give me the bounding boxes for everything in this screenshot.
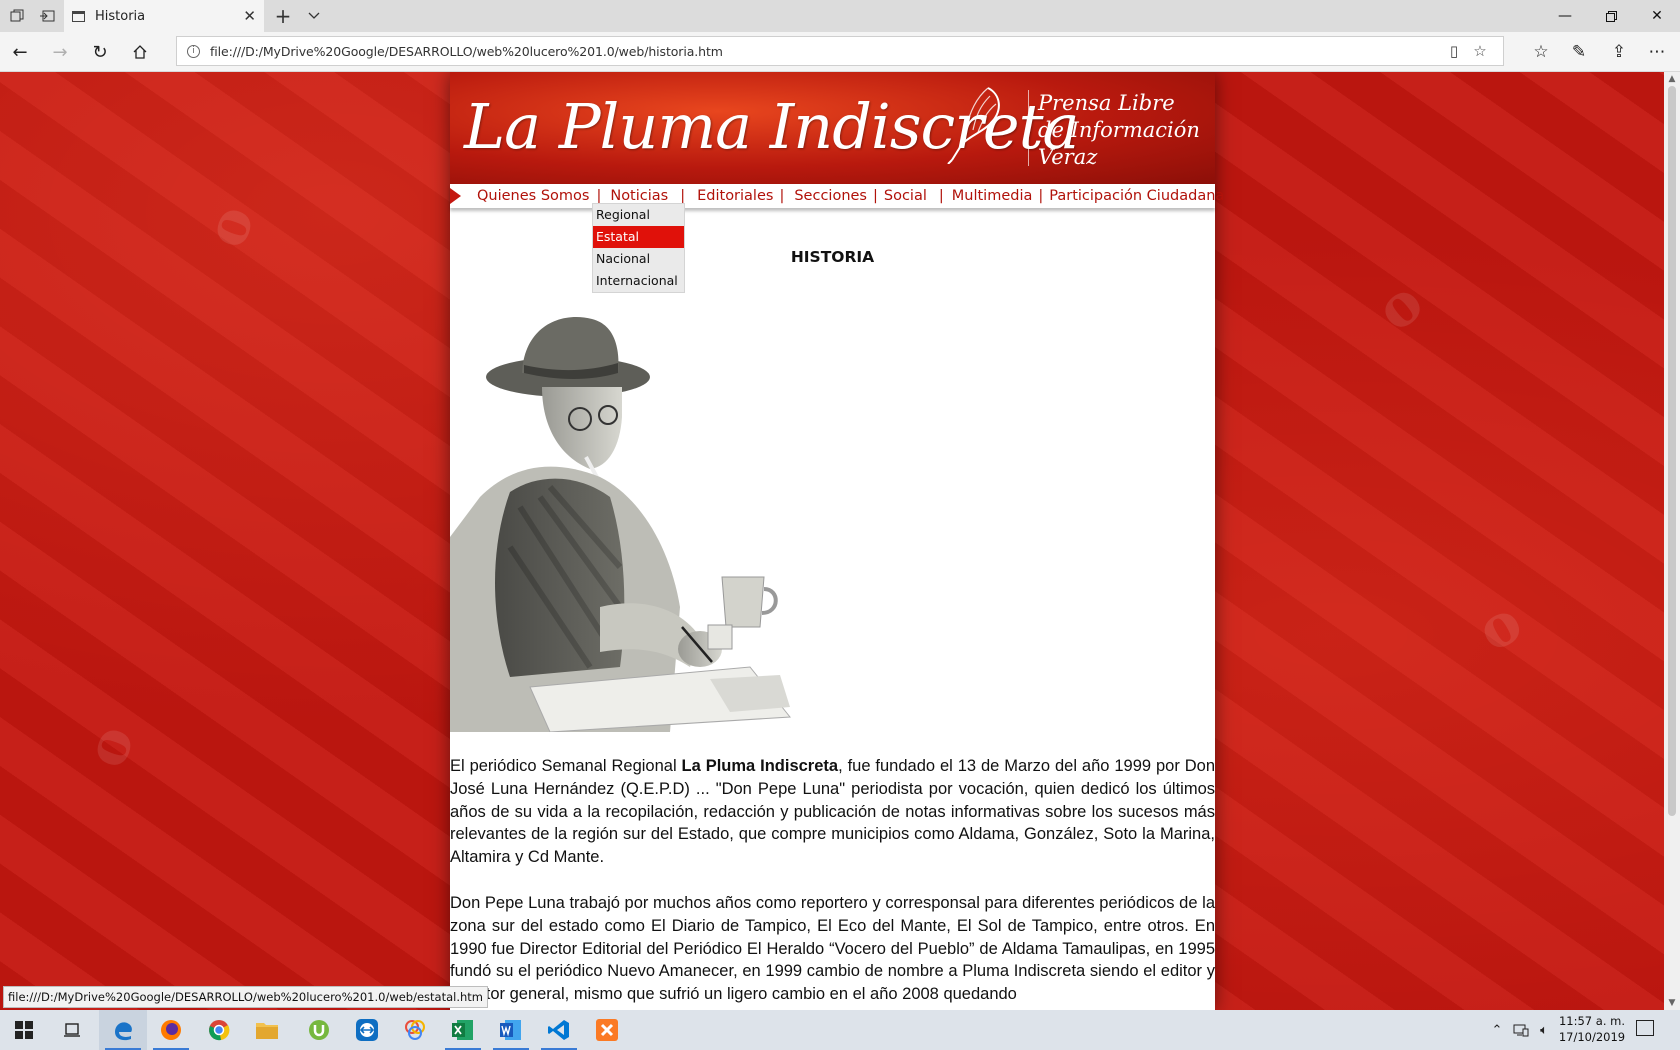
favorite-star-icon[interactable]: ☆ (1467, 42, 1493, 60)
tagline-line: Veraz (1038, 145, 1098, 169)
favorites-hub-icon[interactable]: ☆ (1522, 36, 1560, 68)
info-icon[interactable]: i (187, 44, 200, 58)
menu-item-quienes-somos[interactable]: Quienes Somos (475, 188, 591, 204)
menu-separator: | (779, 188, 785, 204)
share-icon[interactable]: ⇪ (1600, 36, 1638, 68)
taskbar-clock[interactable]: 11:57 a. m. 17/10/2019 (1556, 1013, 1628, 1045)
network-icon[interactable] (1510, 1010, 1532, 1050)
clock-time: 11:57 a. m. (1558, 1014, 1625, 1028)
article-body: El periódico Semanal Regional La Pluma I… (450, 755, 1215, 1010)
xampp-icon[interactable] (583, 1010, 631, 1050)
more-icon[interactable]: ⋯ (1638, 36, 1676, 68)
menu-arrow-icon (450, 188, 461, 204)
home-icon[interactable] (122, 36, 158, 68)
scroll-up-icon[interactable]: ▲ (1664, 72, 1680, 86)
menu-item-multimedia[interactable]: Multimedia (950, 188, 1035, 204)
tagline-line: Prensa Libre (1038, 91, 1175, 115)
background-decoration: o (1362, 267, 1437, 345)
windows-start-icon[interactable] (0, 1010, 48, 1050)
url-text[interactable]: file:///D:/MyDrive%20Google/DESARROLLO/w… (210, 44, 1441, 59)
forward-icon[interactable]: → (42, 36, 78, 68)
header-divider (1028, 90, 1029, 166)
file-explorer-icon[interactable] (243, 1010, 291, 1050)
page-content: La Pluma Indiscreta Prensa Libre de Info… (450, 72, 1224, 1010)
scrollbar-thumb[interactable] (1668, 86, 1676, 816)
submenu-item-regional[interactable]: Regional (593, 204, 684, 226)
reading-view-icon[interactable]: ▯ (1441, 42, 1467, 60)
vscode-icon[interactable] (535, 1010, 583, 1050)
page-title: HISTORIA (790, 248, 875, 266)
menu-separator: | (938, 188, 944, 204)
menu-item-editoriales[interactable]: Editoriales (695, 188, 775, 204)
menu-separator: | (872, 188, 878, 204)
site-tagline: Prensa Libre de Información Veraz (1038, 90, 1200, 171)
menu-item-noticias[interactable]: Noticias (606, 188, 670, 204)
submenu-item-internacional[interactable]: Internacional (593, 270, 684, 292)
quill-icon (947, 87, 1000, 164)
teamviewer-icon[interactable] (343, 1010, 391, 1050)
close-tab-icon[interactable]: ✕ (243, 7, 256, 25)
tab-list-icon[interactable] (0, 0, 34, 32)
action-center-icon[interactable] (1636, 1020, 1654, 1036)
menu-item-participacion-ciudadana[interactable]: Participación Ciudadana (1047, 188, 1226, 204)
address-toolbar: ← → ↻ i file:///D:/MyDrive%20Google/DESA… (0, 32, 1680, 72)
new-tab-icon[interactable]: + (266, 0, 300, 32)
site-header: La Pluma Indiscreta Prensa Libre de Info… (450, 72, 1215, 184)
background-decoration: o (1465, 586, 1534, 666)
chevron-down-icon[interactable] (297, 0, 331, 32)
restore-icon[interactable] (1588, 0, 1634, 32)
utorrent-icon[interactable] (295, 1010, 343, 1050)
menu-separator: | (596, 188, 602, 204)
article-text: El periódico Semanal Regional (450, 757, 682, 775)
task-view-icon[interactable] (48, 1010, 96, 1050)
browser-tab-bar: Historia ✕ + — ✕ (0, 0, 1680, 32)
clock-date: 17/10/2019 (1558, 1030, 1626, 1044)
back-icon[interactable]: ← (2, 36, 38, 68)
menu-separator: | (1038, 188, 1044, 204)
background-decoration: o (70, 716, 148, 776)
tagline-line: de Información (1038, 118, 1200, 142)
menu-separator: | (680, 188, 686, 204)
word-icon[interactable] (487, 1010, 535, 1050)
page-icon (72, 10, 85, 22)
taskbar: ⌃ 🔈︎ 11:57 a. m. 17/10/2019 (0, 1010, 1680, 1050)
chrome-icon[interactable] (195, 1010, 243, 1050)
page-viewport: o o o o La Pluma Indiscreta Prensa Libre… (0, 72, 1664, 1010)
background-decoration: o (190, 196, 268, 256)
volume-icon[interactable]: 🔈︎ (1533, 1010, 1555, 1050)
menu-item-secciones[interactable]: Secciones (792, 188, 869, 204)
vertical-scrollbar[interactable]: ▲ ▼ (1664, 72, 1680, 1010)
excel-icon[interactable] (439, 1010, 487, 1050)
refresh-icon[interactable]: ↻ (82, 36, 118, 68)
chevron-up-icon[interactable]: ⌃ (1486, 1010, 1508, 1050)
minimize-icon[interactable]: — (1542, 0, 1588, 32)
article-paragraph: El periódico Semanal Regional La Pluma I… (450, 755, 1215, 869)
tab-title: Historia (95, 8, 146, 24)
firefox-icon[interactable] (147, 1010, 195, 1050)
article-paragraph: Don Pepe Luna trabajó por muchos años co… (450, 893, 1215, 1004)
photos-app-icon[interactable] (391, 1010, 439, 1050)
menu-item-social[interactable]: Social (882, 188, 929, 204)
main-menu: Quienes Somos | Noticias | Editoriales |… (450, 184, 1224, 208)
founder-photo (450, 317, 791, 732)
scroll-down-icon[interactable]: ▼ (1664, 996, 1680, 1010)
submenu-item-estatal[interactable]: Estatal (593, 226, 684, 248)
edge-icon[interactable] (99, 1010, 147, 1050)
close-window-icon[interactable]: ✕ (1634, 0, 1680, 32)
set-aside-tabs-icon[interactable] (30, 0, 64, 32)
tab-historia[interactable]: Historia ✕ (64, 0, 264, 32)
address-bar[interactable]: i file:///D:/MyDrive%20Google/DESARROLLO… (176, 36, 1504, 66)
web-note-icon[interactable]: ✎ (1560, 36, 1598, 68)
status-link-preview: file:///D:/MyDrive%20Google/DESARROLLO/w… (3, 986, 488, 1008)
article-bold-name: La Pluma Indiscreta (681, 757, 839, 775)
menu-items: Quienes Somos | Noticias | Editoriales |… (475, 184, 1226, 208)
